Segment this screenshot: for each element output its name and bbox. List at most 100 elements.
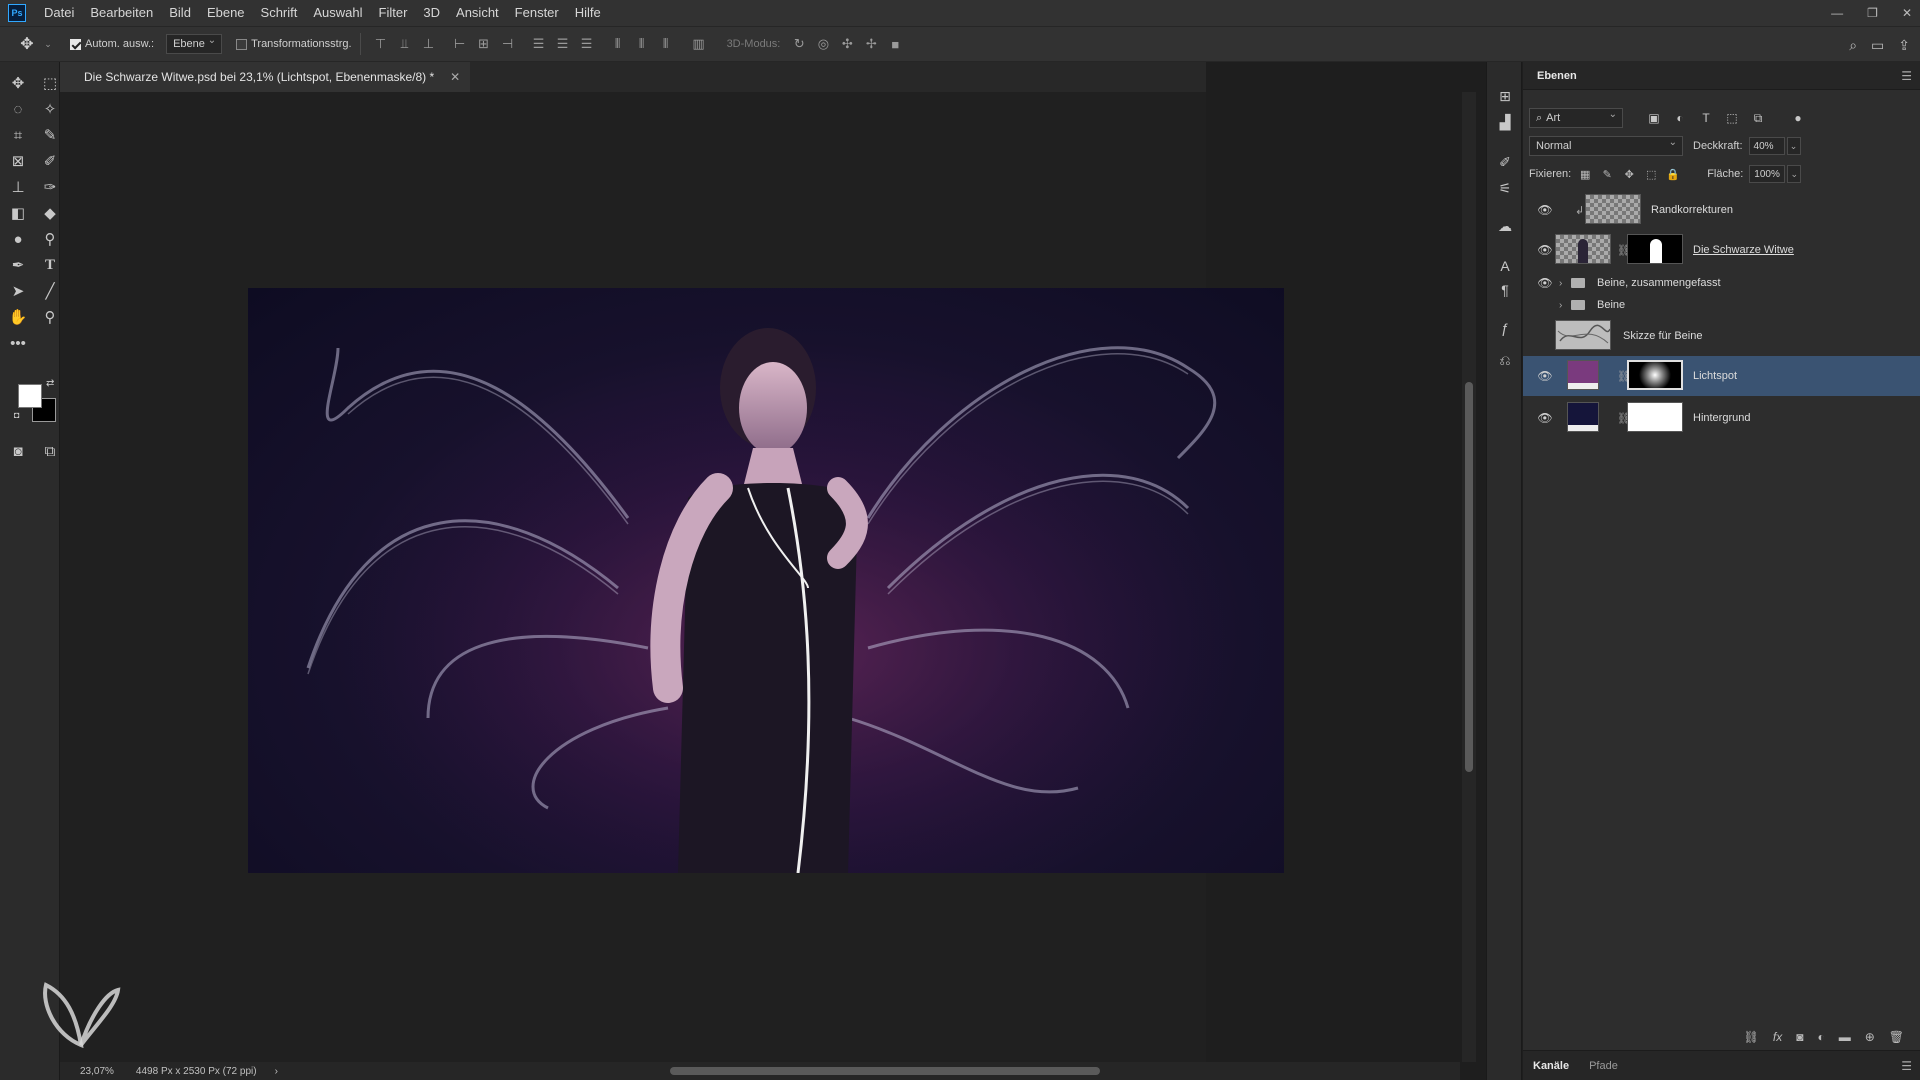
lasso-tool-icon[interactable]: ◌ bbox=[6, 98, 30, 120]
lock-transparency-icon[interactable]: ▦ bbox=[1577, 166, 1593, 182]
align-bottom-icon[interactable]: ⊥ bbox=[420, 35, 438, 53]
close-icon[interactable]: ✕ bbox=[1902, 6, 1912, 20]
distribute-top-icon[interactable]: ☰ bbox=[530, 35, 548, 53]
panel-menu-icon[interactable]: ☰ bbox=[1901, 69, 1912, 83]
swap-colors-icon[interactable]: ⇄ bbox=[46, 378, 54, 389]
search-icon[interactable]: ⌕ bbox=[1849, 37, 1857, 54]
layer-name[interactable]: Beine bbox=[1597, 299, 1625, 311]
crop-tool-icon[interactable]: ⌗ bbox=[6, 124, 30, 146]
visibility-eye-icon[interactable]: 👁 bbox=[1537, 243, 1553, 257]
hand-tool-icon[interactable]: ✋ bbox=[6, 306, 30, 328]
align-top-icon[interactable]: ⊤ bbox=[372, 35, 390, 53]
libraries-icon[interactable]: ☁ bbox=[1495, 216, 1515, 236]
styles-icon[interactable]: ƒ bbox=[1495, 318, 1515, 338]
3d-pan-icon[interactable]: ✣ bbox=[838, 35, 856, 53]
horizontal-scrollbar-thumb[interactable] bbox=[670, 1067, 1100, 1075]
tab-channels[interactable]: Kanäle bbox=[1523, 1051, 1579, 1080]
horizontal-scrollbar[interactable] bbox=[300, 1062, 1460, 1080]
line-tool-icon[interactable]: ╱ bbox=[38, 280, 62, 302]
tab-paths[interactable]: Pfade bbox=[1579, 1051, 1628, 1080]
auto-select-target-dropdown[interactable]: Ebene bbox=[166, 34, 223, 54]
new-group-icon[interactable]: ▬ bbox=[1839, 1030, 1851, 1044]
menu-bearbeiten[interactable]: Bearbeiten bbox=[82, 0, 161, 26]
distribute-hcenter-icon[interactable]: ⦀ bbox=[633, 35, 651, 53]
layer-name[interactable]: Randkorrekturen bbox=[1651, 204, 1733, 216]
adjustment-layer-icon[interactable]: ◐ bbox=[1817, 1030, 1824, 1044]
paint-bucket-tool-icon[interactable]: ◆ bbox=[38, 202, 62, 224]
eyedropper-tool-icon[interactable]: ✎ bbox=[38, 124, 62, 146]
move-tool-icon[interactable]: ✥ bbox=[6, 72, 30, 94]
close-document-icon[interactable]: ✕ bbox=[450, 62, 460, 92]
history-brush-tool-icon[interactable]: ✑ bbox=[38, 176, 62, 198]
add-mask-icon[interactable]: ◙ bbox=[1796, 1030, 1803, 1044]
vertical-scrollbar-thumb[interactable] bbox=[1465, 382, 1473, 772]
3d-orbit-icon[interactable]: ↻ bbox=[790, 35, 808, 53]
layer-name[interactable]: Die Schwarze Witwe bbox=[1693, 244, 1794, 256]
dodge-tool-icon[interactable]: ⚲ bbox=[38, 228, 62, 250]
layer-name[interactable]: Beine, zusammengefasst bbox=[1597, 277, 1721, 289]
stamp-tool-icon[interactable]: ⊥ bbox=[6, 176, 30, 198]
3d-roll-icon[interactable]: ◎ bbox=[814, 35, 832, 53]
histogram-icon[interactable]: ▟ bbox=[1495, 112, 1515, 132]
share-icon[interactable]: ⇪ bbox=[1898, 37, 1910, 54]
brush-settings-icon[interactable]: ✐ bbox=[1495, 152, 1515, 172]
distribute-bottom-icon[interactable]: ☰ bbox=[578, 35, 596, 53]
layer-row-beine-zusammengefasst[interactable]: 👁 › Beine, zusammengefasst bbox=[1523, 272, 1920, 294]
layer-row-die-schwarze-witwe[interactable]: 👁 ⛓ Die Schwarze Witwe bbox=[1523, 230, 1920, 270]
brush-tool-icon[interactable]: ✐ bbox=[38, 150, 62, 172]
zoom-tool-icon[interactable]: ⚲ bbox=[38, 306, 62, 328]
layer-row-beine[interactable]: › Beine bbox=[1523, 294, 1920, 316]
opacity-slider-toggle[interactable]: ⌄ bbox=[1786, 137, 1801, 155]
layer-name[interactable]: Lichtspot bbox=[1693, 370, 1737, 382]
filter-adjustment-icon[interactable]: ◐ bbox=[1671, 109, 1689, 127]
adjustments-icon[interactable]: ⚟ bbox=[1495, 178, 1515, 198]
new-layer-icon[interactable]: ⊕ bbox=[1865, 1030, 1875, 1044]
menu-auswahl[interactable]: Auswahl bbox=[305, 0, 370, 26]
type-tool-icon[interactable]: T bbox=[38, 254, 62, 276]
document-canvas-image[interactable] bbox=[248, 288, 1284, 873]
panel-menu-icon[interactable]: ☰ bbox=[1901, 1059, 1912, 1073]
blur-tool-icon[interactable]: ● bbox=[6, 228, 30, 250]
frame-tool-icon[interactable]: ⊠ bbox=[6, 150, 30, 172]
layer-style-icon[interactable]: fx bbox=[1773, 1030, 1782, 1044]
align-vcenter-icon[interactable]: ⫫ bbox=[396, 35, 414, 53]
fill-field[interactable]: 100% bbox=[1749, 165, 1786, 183]
visibility-eye-icon[interactable]: 👁 bbox=[1537, 276, 1553, 290]
layer-mask-thumbnail[interactable] bbox=[1627, 360, 1683, 390]
screen-mode-icon[interactable]: ⧉ bbox=[38, 440, 62, 462]
magic-wand-tool-icon[interactable]: ✧ bbox=[38, 98, 62, 120]
path-selection-tool-icon[interactable]: ➤ bbox=[6, 280, 30, 302]
more-tools-icon[interactable]: ••• bbox=[6, 332, 30, 354]
default-colors-icon[interactable]: ◘ bbox=[14, 410, 19, 420]
menu-ansicht[interactable]: Ansicht bbox=[448, 0, 507, 26]
visibility-eye-icon[interactable]: 👁 bbox=[1537, 369, 1553, 383]
3d-slide-icon[interactable]: ✢ bbox=[862, 35, 880, 53]
marquee-tool-icon[interactable]: ⬚ bbox=[38, 72, 62, 94]
lock-all-icon[interactable]: 🔒 bbox=[1665, 166, 1681, 182]
blend-mode-dropdown[interactable]: Normal bbox=[1529, 136, 1683, 156]
filter-pixel-icon[interactable]: ▣ bbox=[1645, 109, 1663, 127]
pen-tool-icon[interactable]: ✒ bbox=[6, 254, 30, 276]
vertical-scrollbar[interactable] bbox=[1462, 92, 1476, 1062]
workspace-icon[interactable]: ▭ bbox=[1871, 37, 1884, 54]
menu-datei[interactable]: Datei bbox=[36, 0, 82, 26]
layer-row-lichtspot[interactable]: 👁 ⛓ Lichtspot bbox=[1523, 356, 1920, 396]
properties-icon[interactable]: ⊞ bbox=[1495, 86, 1515, 106]
menu-ebene[interactable]: Ebene bbox=[199, 0, 253, 26]
lock-image-icon[interactable]: ✎ bbox=[1599, 166, 1615, 182]
layers-panel-title[interactable]: Ebenen bbox=[1533, 62, 1581, 90]
menu-schrift[interactable]: Schrift bbox=[253, 0, 306, 26]
transform-controls-option[interactable]: Transformationsstrg. bbox=[236, 38, 352, 50]
auto-select-option[interactable]: Autom. ausw.: bbox=[70, 38, 154, 50]
visibility-eye-icon[interactable]: 👁 bbox=[1537, 411, 1553, 425]
expand-group-icon[interactable]: › bbox=[1559, 278, 1562, 289]
align-right-icon[interactable]: ⊣ bbox=[499, 35, 517, 53]
filter-shape-icon[interactable]: ⬚ bbox=[1723, 109, 1741, 127]
expand-group-icon[interactable]: › bbox=[1559, 300, 1562, 311]
layer-kind-filter-dropdown[interactable]: ⌕ Art bbox=[1529, 108, 1623, 128]
distribute-left-icon[interactable]: ⦀ bbox=[609, 35, 627, 53]
minimize-icon[interactable]: — bbox=[1831, 6, 1843, 20]
transform-controls-checkbox[interactable] bbox=[236, 38, 248, 50]
distribute-vcenter-icon[interactable]: ☰ bbox=[554, 35, 572, 53]
layers-panel-tab[interactable]: Ebenen ☰ bbox=[1523, 62, 1920, 90]
